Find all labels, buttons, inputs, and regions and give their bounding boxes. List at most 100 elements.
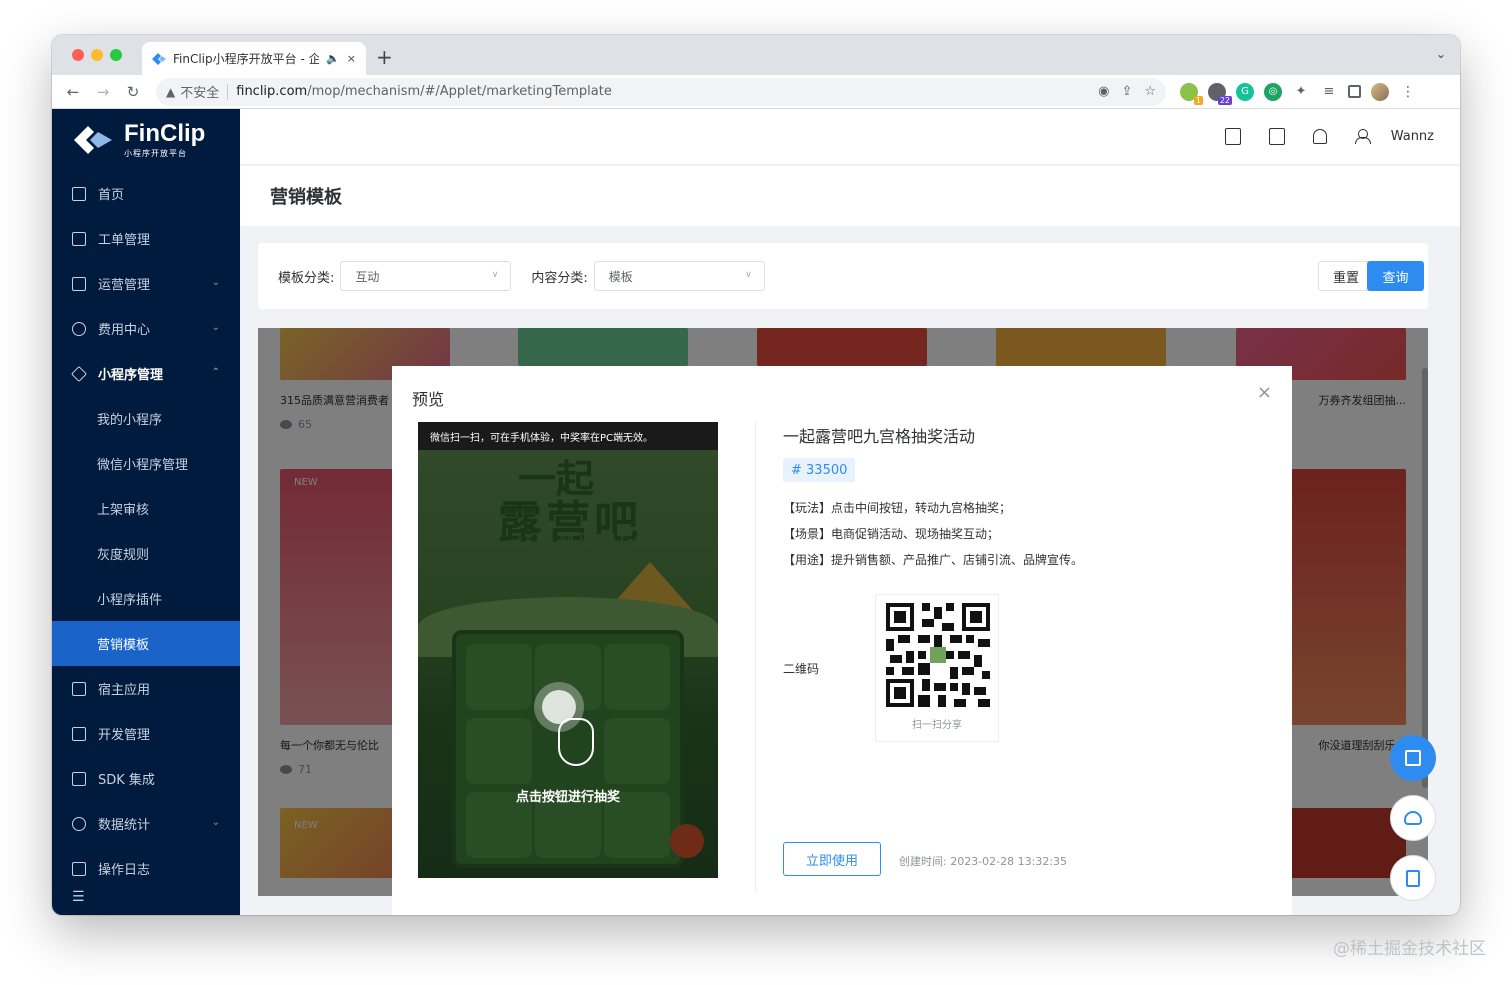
browser-menu-icon[interactable]: ⋮ [1399,82,1417,101]
puzzle-icon[interactable]: ✦ [1292,82,1310,101]
sidebar-item-tickets[interactable]: 工单管理 [52,216,240,261]
page-title-bar: 营销模板 [240,166,1460,226]
document-icon[interactable] [1268,128,1285,145]
sidebar-item-stats[interactable]: 数据统计 ⌄ [52,801,240,846]
desc-scene: 【场景】电商促销活动、现场抽奖互动； [783,527,1000,541]
content-category-select[interactable]: 模板 ∨ [593,261,765,291]
sidebar-subitem-label: 上架审核 [97,503,150,518]
maximize-window-button[interactable] [110,49,122,61]
support-float-button[interactable] [1390,795,1436,841]
template-category-value: 互动 [355,269,380,284]
top-header: Wannz [240,109,1460,165]
side-panel-icon[interactable] [1348,85,1361,98]
sidebar-subitem-plugins[interactable]: 小程序插件 [52,576,240,621]
query-button[interactable]: 查询 [1367,261,1424,291]
new-tab-button[interactable]: + [376,45,393,69]
finclip-favicon-icon [152,52,166,65]
template-category-select[interactable]: 互动 ∨ [340,261,512,291]
grammarly-icon[interactable]: G [1236,82,1254,101]
sidebar-item-label: 费用中心 [98,323,151,338]
qr-label: 二维码 [783,662,820,676]
forward-arrow-icon[interactable]: → [88,83,118,101]
reset-button[interactable]: 重置 [1318,261,1374,291]
sidebar-item-label: 工单管理 [98,233,151,248]
minimize-window-button[interactable] [91,49,103,61]
url-host[interactable]: finclip.com [236,84,307,99]
use-now-button[interactable]: 立即使用 [783,842,881,876]
browser-tab[interactable]: FinClip小程序开放平台 - 企业 🔈 × [142,42,366,75]
sidebar-subitem-label: 小程序插件 [97,593,163,608]
brand-subtitle: 小程序开放平台 [124,148,187,158]
billing-icon [72,321,86,336]
sidebar-item-label: 小程序管理 [98,368,164,383]
grid-icon [72,681,86,696]
log-icon [72,861,86,876]
qr-float-button[interactable] [1390,735,1436,781]
reload-icon[interactable]: ↻ [118,83,148,101]
sidebar-subitem-review[interactable]: 上架审核 [52,486,240,531]
headset-icon [1404,811,1422,825]
close-window-button[interactable] [72,49,84,61]
bell-icon[interactable] [1312,129,1327,144]
back-arrow-icon[interactable]: ← [58,83,88,101]
created-value: 2023-02-28 13:32:35 [950,855,1068,868]
reading-list-icon[interactable]: ≡ [1320,82,1338,101]
document-icon [1406,869,1420,887]
sidebar-item-sdk[interactable]: SDK 集成 [52,756,240,801]
tab-search-button[interactable]: ⌄ [1436,47,1446,61]
brand-logo[interactable]: FinClip 小程序开放平台 [52,109,240,171]
username: Wannz [1390,129,1434,144]
phone-shade [418,450,718,878]
sidebar-item-label: 宿主应用 [98,683,151,698]
speaker-icon[interactable]: 🔈 [326,52,340,65]
extensions-bar: 1 22 G ◎ ✦ ≡ ⋮ [1180,82,1417,105]
sidebar-item-logs[interactable]: 操作日志 [52,846,240,891]
sidebar-item-host-apps[interactable]: 宿主应用 [52,666,240,711]
insecure-label[interactable]: 不安全 [180,82,219,101]
tab-close-icon[interactable]: × [347,52,356,65]
star-icon[interactable]: ☆ [1144,84,1156,99]
qr-caption: 扫一扫分享 [912,720,962,731]
desc-gameplay: 【玩法】点击中间按钮，转动九宫格抽奖； [783,501,1012,515]
sdk-icon [72,771,86,786]
extension-3-icon[interactable]: ◎ [1264,82,1282,101]
sidebar-item-home[interactable]: 首页 [52,171,240,216]
address-bar[interactable]: ▲ 不安全 finclip.com/mop/mechanism/#/Applet… [156,77,1166,106]
extension-1-icon[interactable]: 1 [1180,82,1203,105]
template-category-label: 模板分类: [278,270,335,286]
sidebar-subitem-marketing-template[interactable]: 营销模板 [52,621,240,666]
sidebar-subitem-wechat-miniprogram[interactable]: 微信小程序管理 [52,441,240,486]
eye-icon[interactable]: ◉ [1098,84,1109,99]
sidebar-item-dev[interactable]: 开发管理 [52,711,240,756]
collapse-menu-icon[interactable]: ☰ [72,889,85,905]
chevron-down-icon: ⌄ [211,277,220,288]
qr-code-icon[interactable] [886,603,990,707]
sidebar-item-operations[interactable]: 运营管理 ⌄ [52,261,240,306]
modal-title: 预览 [412,390,445,409]
extension-2-icon[interactable]: 22 [1208,82,1232,105]
doc-float-button[interactable] [1390,855,1436,901]
share-icon[interactable]: ⇪ [1121,84,1132,99]
sidebar-item-label: 运营管理 [98,278,151,293]
sidebar-subitem-gray-rules[interactable]: 灰度规则 [52,531,240,576]
watermark: @稀土掘金技术社区 [1333,939,1486,959]
url-path[interactable]: /mop/mechanism/#/Applet/marketingTemplat… [307,84,612,99]
modal-close-icon[interactable]: × [1257,382,1272,403]
user-menu[interactable]: Wannz [1354,129,1434,144]
document-search-icon[interactable] [1224,128,1241,145]
profile-avatar[interactable] [1371,82,1389,101]
brand-text: FinClip 小程序开放平台 [124,121,205,159]
template-id-tag: # 33500 [783,458,856,482]
phone-preview: 微信扫一扫，可在手机体验，中奖率在PC端无效。 一起 露营吧 CAMPING 点… [418,422,718,878]
filter-bar: 模板分类: 互动 ∨ 内容分类: 模板 ∨ 重置 查询 [258,243,1428,309]
layers-icon [72,276,86,291]
finclip-logo-icon [72,123,116,157]
grid-icon [1405,750,1421,766]
sidebar-item-billing[interactable]: 费用中心 ⌄ [52,306,240,351]
warning-icon[interactable]: ▲ [166,85,175,99]
sidebar-item-label: 操作日志 [98,863,151,878]
sidebar-subitem-my-miniprogram[interactable]: 我的小程序 [52,396,240,441]
extension-badge-1: 1 [1193,95,1203,105]
sidebar-item-miniprogram[interactable]: 小程序管理 ⌃ [52,351,240,396]
hand-pointer-icon [558,718,594,766]
